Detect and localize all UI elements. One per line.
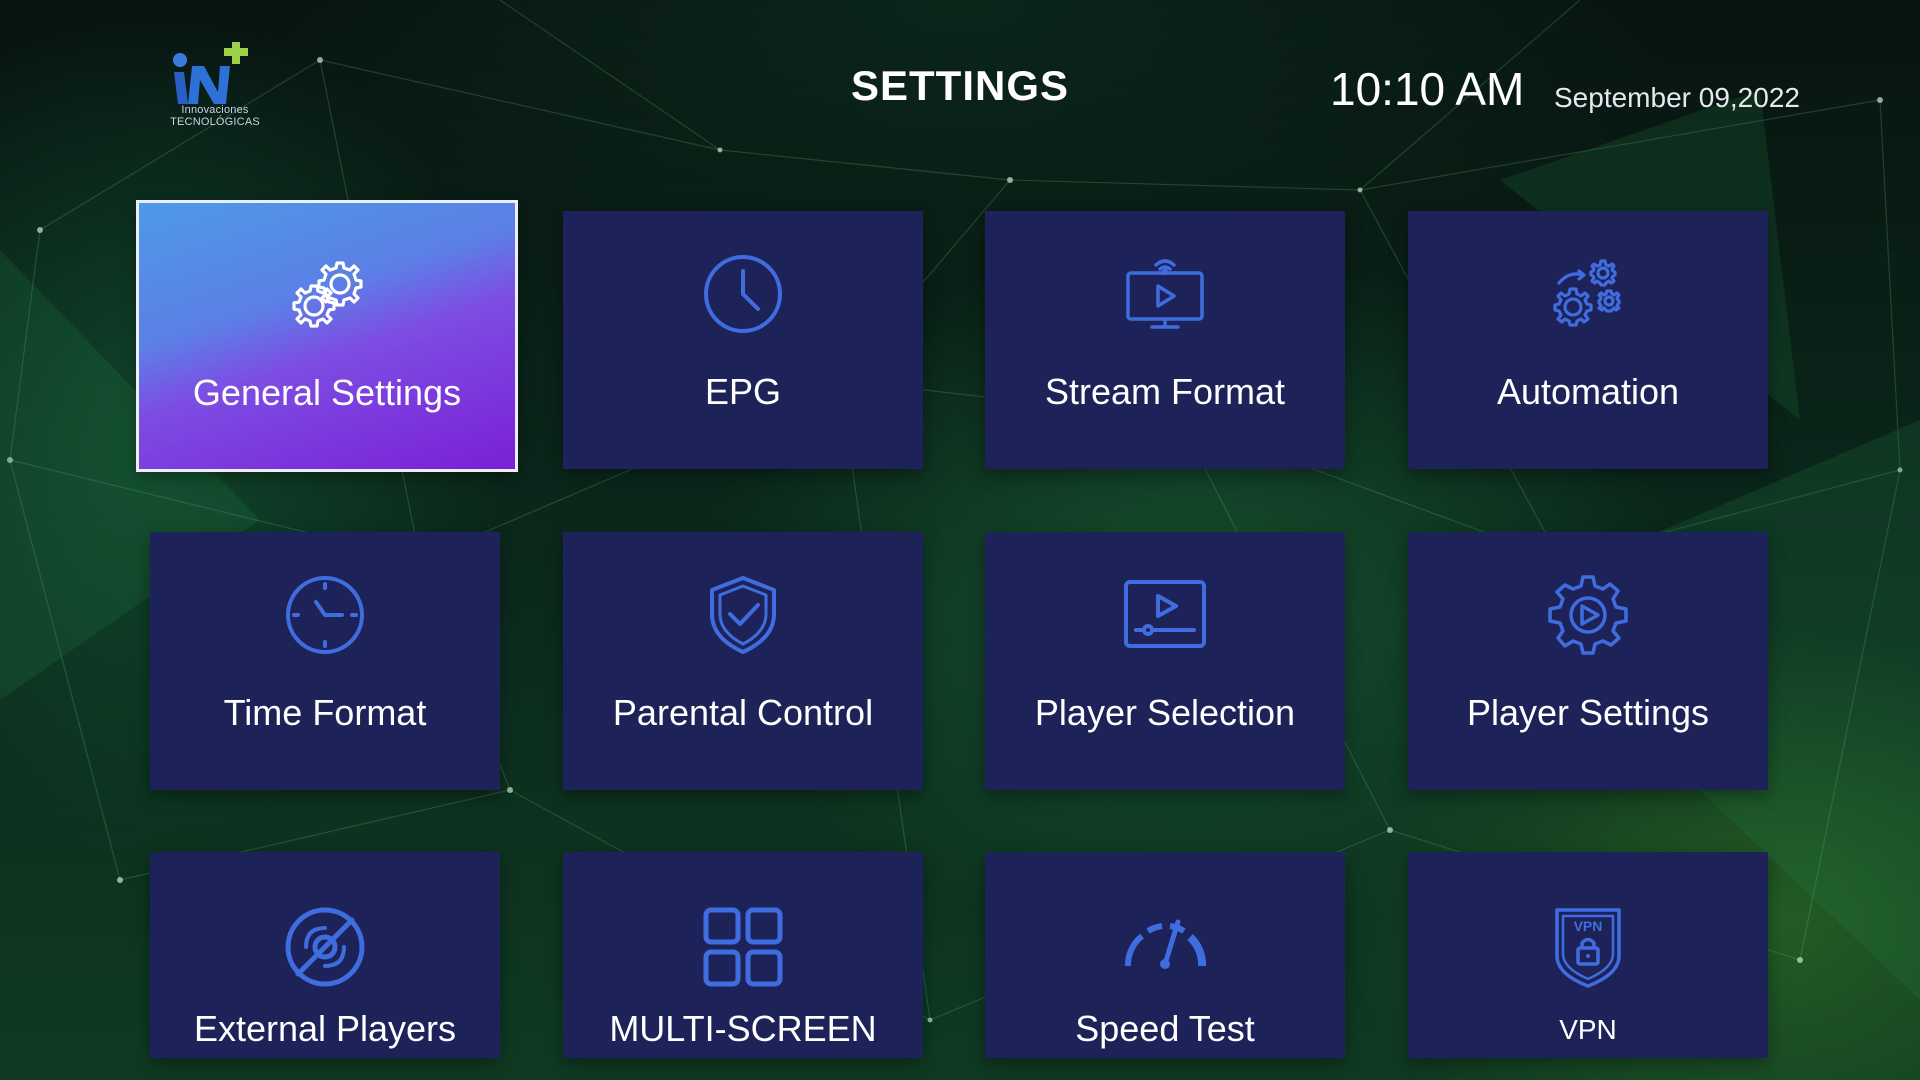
svg-text:VPN: VPN [1574, 918, 1603, 934]
tile-label: Automation [1496, 371, 1680, 412]
clock-icon [700, 251, 786, 337]
tile-label: Time Format [223, 692, 427, 733]
tile-label: Player Settings [1466, 692, 1710, 733]
clock-time: 10:10 AM [1330, 63, 1525, 115]
tile-label: External Players [193, 1008, 457, 1049]
disc-slash-icon [282, 904, 368, 990]
tile-player-selection[interactable]: Player Selection [985, 532, 1345, 790]
gear-play-icon [1545, 572, 1631, 658]
tile-general-settings[interactable]: General Settings [136, 200, 518, 472]
logo-mark-icon [173, 42, 248, 104]
clock-date: September 09,2022 [1554, 82, 1800, 113]
tile-label: EPG [704, 371, 782, 412]
speedometer-icon [1122, 904, 1208, 990]
player-screen-icon [1122, 572, 1208, 658]
tile-label: Parental Control [612, 692, 874, 733]
logo-text: Innovaciones TECNOLÓGICAS [170, 104, 260, 128]
tile-speed-test[interactable]: Speed Test [985, 852, 1345, 1058]
tile-label: Speed Test [1075, 1008, 1255, 1049]
time-clock-icon [282, 572, 368, 658]
shield-check-icon [700, 572, 786, 658]
tile-stream-format[interactable]: Stream Format [985, 211, 1345, 469]
tile-parental-control[interactable]: Parental Control [563, 532, 923, 790]
tile-label: MULTI-SCREEN [609, 1008, 877, 1049]
tile-external-players[interactable]: External Players [150, 852, 500, 1058]
header: Innovaciones TECNOLÓGICAS SETTINGS 10:10… [0, 0, 1920, 160]
tile-multi-screen[interactable]: MULTI-SCREEN [563, 852, 923, 1058]
tile-label: VPN [1559, 1014, 1617, 1045]
tile-epg[interactable]: EPG [563, 211, 923, 469]
grid-squares-icon [700, 904, 786, 990]
page-title: SETTINGS [850, 62, 1070, 109]
gears-icon [284, 252, 370, 338]
automation-gears-icon [1545, 251, 1631, 337]
tile-automation[interactable]: Automation [1408, 211, 1768, 469]
vpn-lock-icon: VPN [1545, 904, 1631, 990]
tile-label: General Settings [192, 372, 462, 413]
stream-screen-icon [1122, 251, 1208, 337]
tile-time-format[interactable]: Time Format [150, 532, 500, 790]
tile-vpn[interactable]: VPN VPN [1408, 852, 1768, 1058]
tile-label: Player Selection [1034, 692, 1296, 733]
brand-logo: Innovaciones TECNOLÓGICAS [160, 38, 270, 128]
tile-player-settings[interactable]: Player Settings [1408, 532, 1768, 790]
tile-label: Stream Format [1044, 371, 1286, 412]
